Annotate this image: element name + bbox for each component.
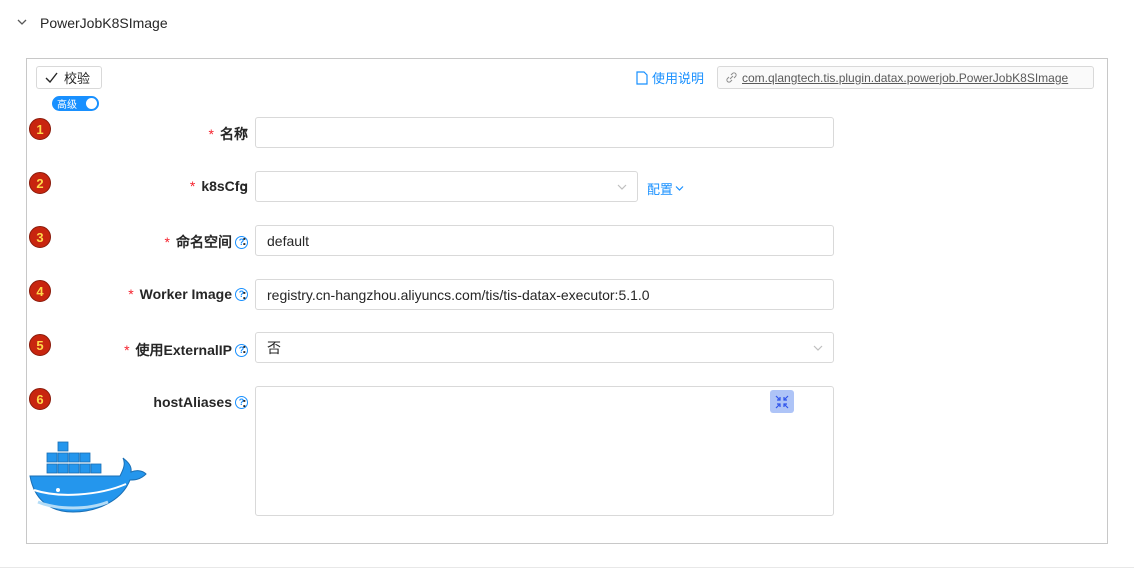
advanced-toggle-label: 高级 bbox=[57, 100, 77, 111]
field-badge-2: 2 bbox=[29, 172, 51, 194]
label-colon: : bbox=[242, 178, 247, 194]
expand-icon bbox=[775, 395, 789, 408]
name-input[interactable] bbox=[255, 117, 834, 148]
docker-whale-icon bbox=[29, 441, 147, 513]
impl-class-text: com.qlangtech.tis.plugin.datax.powerjob.… bbox=[742, 70, 1069, 85]
check-icon bbox=[45, 72, 58, 83]
doc-link-label: 使用说明 bbox=[652, 71, 705, 86]
impl-class-tag[interactable]: com.qlangtech.tis.plugin.datax.powerjob.… bbox=[717, 66, 1094, 89]
field-badge-6: 6 bbox=[29, 388, 51, 410]
document-icon bbox=[636, 70, 648, 85]
label-colon: : bbox=[242, 232, 247, 248]
divider bbox=[0, 567, 1134, 568]
field-badge-1: 1 bbox=[29, 118, 51, 140]
toggle-knob bbox=[86, 98, 97, 109]
host-aliases-editor[interactable] bbox=[255, 386, 834, 516]
advanced-toggle[interactable]: 高级 bbox=[52, 96, 99, 111]
doc-link[interactable]: 使用说明 bbox=[636, 68, 704, 87]
use-external-ip-select[interactable]: 否 bbox=[255, 332, 834, 363]
panel-title: PowerJobK8SImage bbox=[40, 15, 168, 31]
chevron-down-icon bbox=[17, 19, 27, 25]
field-badge-4: 4 bbox=[29, 280, 51, 302]
link-icon bbox=[726, 72, 737, 83]
config-dropdown-link[interactable]: 配置 bbox=[647, 179, 684, 198]
expand-editor-button[interactable] bbox=[770, 390, 794, 413]
label-colon: : bbox=[242, 394, 247, 410]
field-badge-3: 3 bbox=[29, 226, 51, 248]
config-link-label: 配置 bbox=[647, 182, 674, 197]
field-label-worker-image: * Worker Image ? bbox=[128, 286, 248, 302]
chevron-down-icon bbox=[675, 186, 684, 191]
label-colon: : bbox=[242, 124, 247, 140]
field-label-k8scfg: * k8sCfg bbox=[189, 178, 248, 194]
validate-button-label: 校验 bbox=[64, 71, 91, 86]
label-colon: : bbox=[242, 286, 247, 302]
k8scfg-select[interactable] bbox=[255, 171, 638, 202]
collapse-panel-header[interactable]: PowerJobK8SImage bbox=[0, 0, 1134, 46]
validate-button[interactable]: 校验 bbox=[36, 66, 102, 89]
chevron-down-icon bbox=[617, 184, 627, 190]
namespace-input[interactable]: default bbox=[255, 225, 834, 256]
field-label-use-external-ip: * 使用ExternalIP ? bbox=[124, 340, 248, 360]
use-external-ip-value: 否 bbox=[267, 339, 281, 356]
field-badge-5: 5 bbox=[29, 334, 51, 356]
worker-image-input[interactable]: registry.cn-hangzhou.aliyuncs.com/tis/ti… bbox=[255, 279, 834, 310]
field-label-host-aliases: hostAliases ? bbox=[153, 394, 248, 410]
field-label-namespace: * 命名空间 ? bbox=[165, 232, 248, 252]
label-colon: : bbox=[242, 340, 247, 356]
chevron-down-icon bbox=[813, 345, 823, 351]
